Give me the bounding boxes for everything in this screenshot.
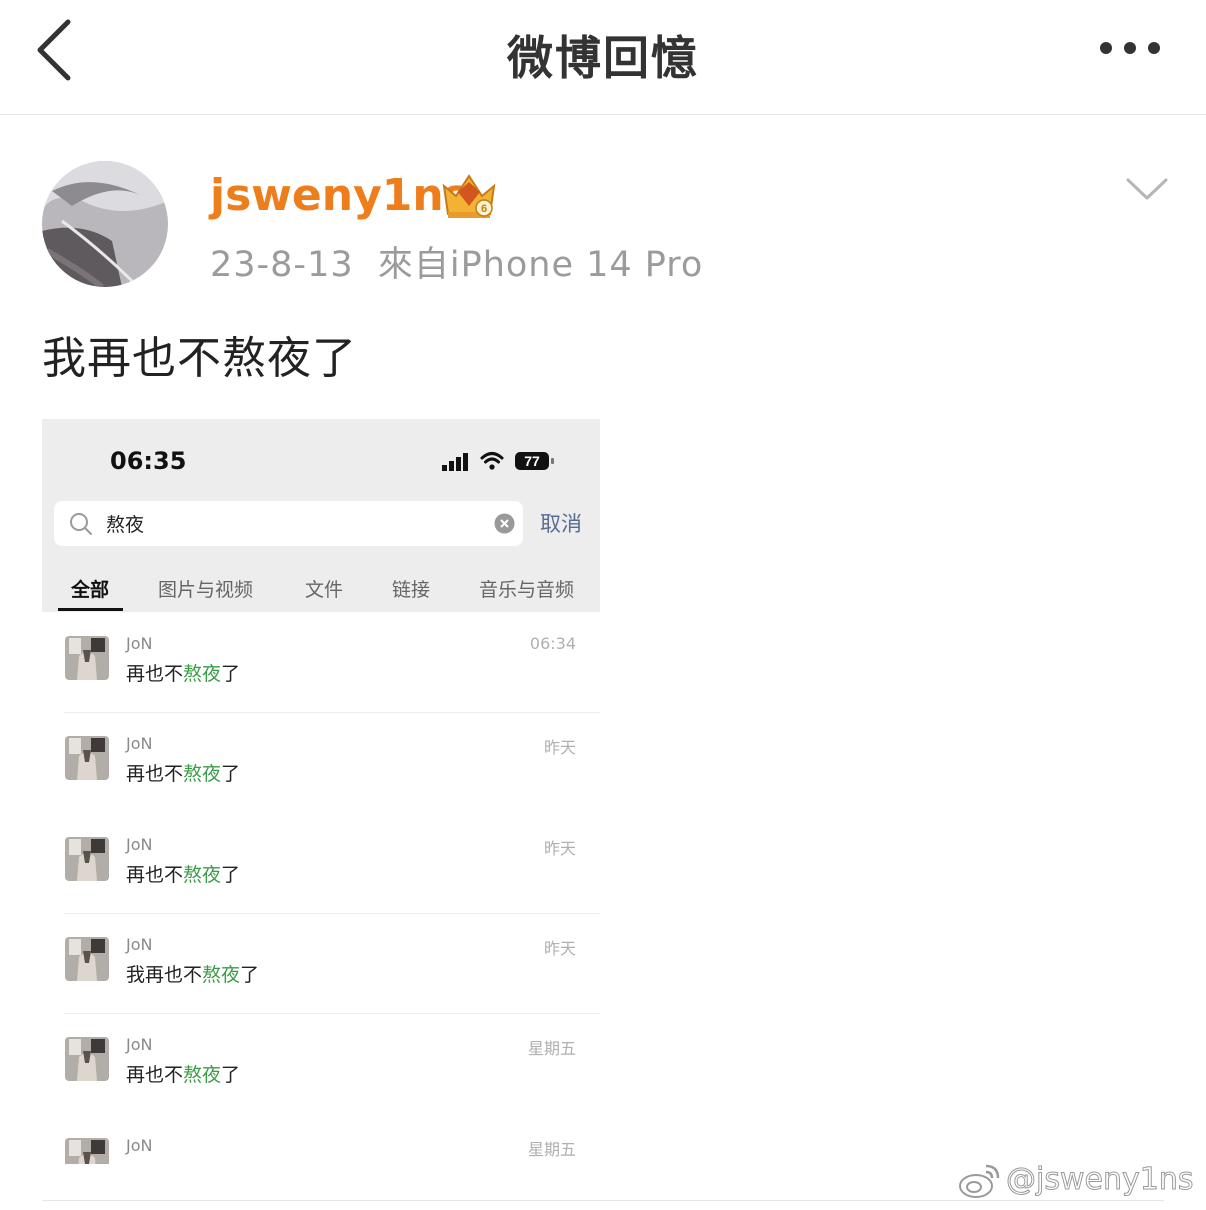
status-bar-icons: 77	[442, 452, 554, 471]
divider	[64, 913, 600, 914]
post-source: 來自iPhone 14 Pro	[377, 245, 704, 285]
cancel-button[interactable]: 取消	[540, 508, 582, 538]
post-meta: 23-8-13 來自iPhone 14 Pro	[210, 236, 703, 287]
more-options-icon[interactable]	[1092, 32, 1172, 64]
vip-crown-icon: 6	[442, 174, 496, 218]
chevron-down-icon[interactable]	[1124, 172, 1170, 208]
contact-avatar	[65, 837, 109, 881]
search-icon	[70, 513, 92, 535]
message-snippet: 再也不熬夜了	[126, 1064, 241, 1086]
battery-level: 77	[524, 453, 540, 469]
top-bar: 微博回憶	[0, 0, 1206, 115]
username[interactable]: jsweny1ns	[210, 170, 470, 221]
message-time: 06:34	[529, 634, 576, 653]
contact-avatar	[65, 636, 109, 680]
post-date: 23-8-13	[210, 245, 354, 285]
contact-name: JoN	[126, 835, 153, 854]
screenshot-header: 06:35 77 熬夜 取消 全部 图片与视频 文件 链接 音乐与音频	[42, 419, 600, 612]
contact-avatar	[65, 937, 109, 981]
tab-links[interactable]: 链接	[392, 575, 430, 602]
search-result-row[interactable]: JoN 星期五	[42, 1121, 600, 1164]
tab-images-videos[interactable]: 图片与视频	[158, 575, 253, 602]
tab-music-audio[interactable]: 音乐与音频	[479, 575, 574, 602]
message-snippet: 再也不熬夜了	[126, 864, 241, 886]
tab-all[interactable]: 全部	[71, 575, 109, 602]
message-time: 昨天	[543, 839, 576, 858]
svg-text:6: 6	[481, 203, 487, 215]
watermark-text: @jsweny1ns	[1005, 1162, 1194, 1198]
tab-files[interactable]: 文件	[305, 575, 343, 602]
search-input[interactable]: 熬夜	[106, 510, 144, 537]
page-title: 微博回憶	[507, 31, 699, 85]
search-result-row[interactable]: JoN 再也不熬夜了 昨天	[42, 719, 600, 819]
search-bar[interactable]: 熬夜	[54, 501, 523, 546]
contact-name: JoN	[126, 935, 153, 954]
message-snippet: 我再也不熬夜了	[126, 964, 260, 986]
message-time: 昨天	[543, 939, 576, 958]
message-time: 星期五	[527, 1140, 576, 1159]
contact-name: JoN	[126, 1035, 153, 1054]
search-result-row[interactable]: JoN 再也不熬夜了 06:34	[42, 619, 600, 719]
search-result-row[interactable]: JoN 再也不熬夜了 昨天	[42, 820, 600, 920]
divider	[64, 1013, 600, 1014]
message-time: 星期五	[527, 1039, 576, 1058]
contact-avatar	[65, 1138, 109, 1164]
contact-name: JoN	[126, 634, 153, 653]
weibo-logo-icon	[959, 1164, 1000, 1198]
search-result-row[interactable]: JoN 我再也不熬夜了 昨天	[42, 920, 600, 1020]
active-tab-indicator	[58, 608, 123, 611]
watermark: @jsweny1ns	[958, 1160, 1198, 1202]
status-time: 06:35	[110, 447, 187, 475]
contact-name: JoN	[126, 1136, 153, 1155]
user-avatar[interactable]	[42, 161, 168, 287]
message-snippet: 再也不熬夜了	[126, 763, 241, 785]
message-time: 昨天	[543, 738, 576, 757]
contact-name: JoN	[126, 734, 153, 753]
post-image[interactable]: 06:35 77 熬夜 取消 全部 图片与视频 文件 链接 音乐与音频 JoN …	[42, 419, 600, 1164]
post-text: 我再也不熬夜了	[42, 333, 357, 384]
contact-avatar	[65, 1037, 109, 1081]
clear-icon[interactable]	[494, 513, 515, 534]
message-snippet: 再也不熬夜了	[126, 663, 241, 685]
divider	[64, 712, 600, 713]
contact-avatar	[65, 736, 109, 780]
search-result-row[interactable]: JoN 再也不熬夜了 星期五	[42, 1020, 600, 1120]
